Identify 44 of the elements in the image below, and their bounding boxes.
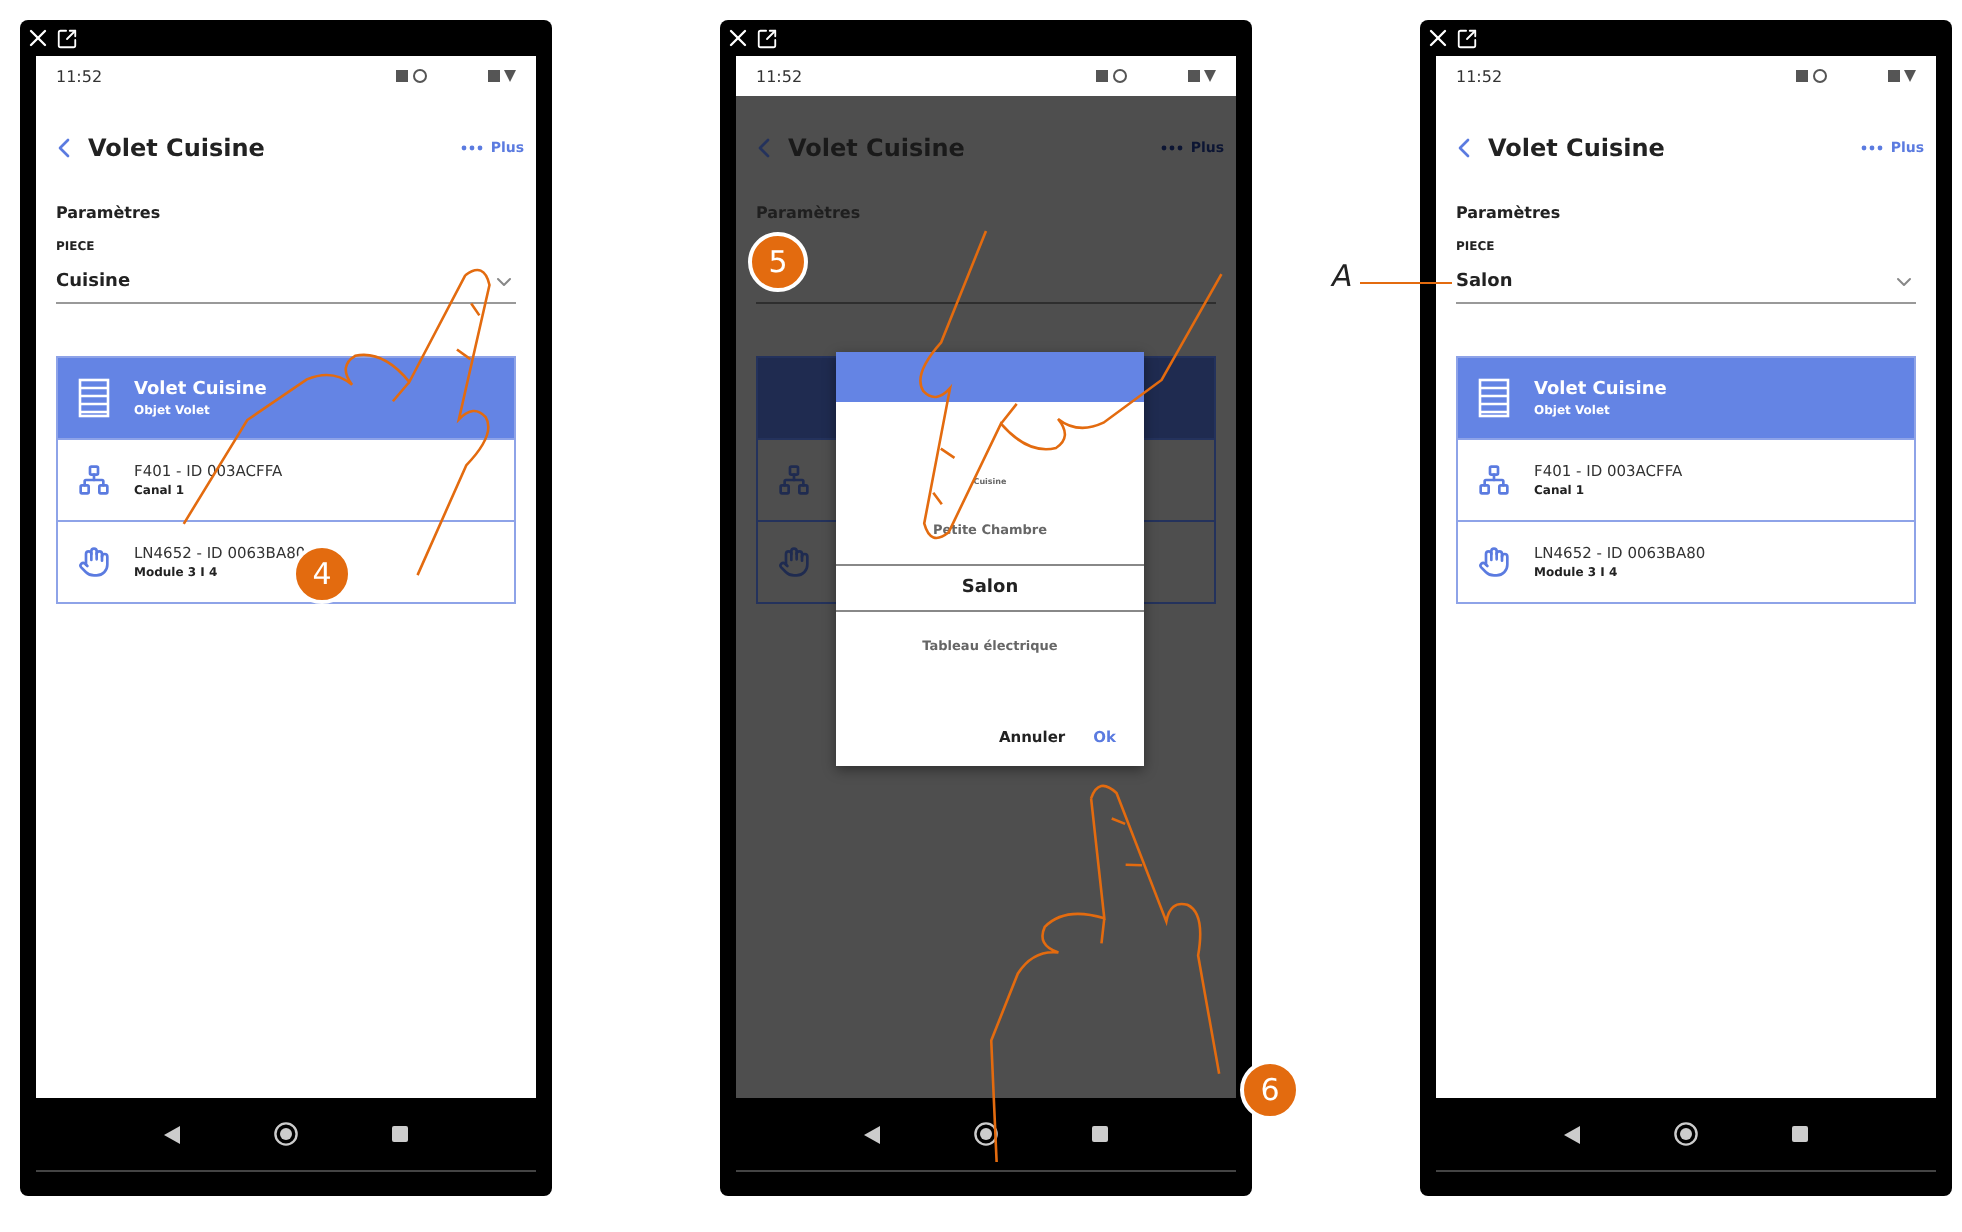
card-title: Volet Cuisine — [134, 379, 267, 399]
home-nav-icon[interactable] — [1673, 1122, 1698, 1146]
picker-option[interactable]: Salon — [836, 564, 1144, 612]
back-nav-icon[interactable] — [1563, 1125, 1580, 1143]
close-icon[interactable] — [24, 24, 52, 52]
recents-nav-icon[interactable] — [392, 1126, 409, 1142]
more-icon — [460, 144, 485, 152]
network-icon — [78, 464, 110, 496]
external-link-icon[interactable] — [1456, 27, 1478, 49]
status-time: 11:52 — [1456, 67, 1503, 85]
callout-label: A — [1332, 258, 1353, 294]
recents-nav-icon[interactable] — [1092, 1126, 1109, 1142]
section-heading: Paramètres — [56, 204, 163, 222]
page-title: Volet Cuisine — [1488, 134, 1667, 162]
status-time: 11:52 — [56, 67, 103, 85]
close-icon[interactable] — [724, 24, 752, 52]
more-icon — [1160, 144, 1185, 152]
card-title: Volet Cuisine — [1534, 379, 1667, 399]
network-icon — [1478, 464, 1510, 496]
room-dropdown[interactable]: Salon — [1456, 262, 1916, 304]
status-icons — [1096, 68, 1216, 84]
back-nav-icon[interactable] — [163, 1125, 180, 1143]
leader-line — [1360, 282, 1452, 284]
hand-icon — [778, 546, 810, 578]
back-nav-icon[interactable] — [863, 1125, 880, 1143]
step-badge: 6 — [1240, 1060, 1300, 1120]
blinds-icon — [1478, 378, 1510, 418]
page-title: Volet Cuisine — [88, 134, 267, 162]
home-nav-icon[interactable] — [273, 1122, 298, 1146]
external-link-icon[interactable] — [56, 27, 78, 49]
close-icon[interactable] — [1424, 24, 1452, 52]
status-icons — [396, 68, 516, 84]
hand-icon — [1478, 546, 1510, 578]
network-icon — [778, 464, 810, 496]
more-icon — [1860, 144, 1885, 152]
room-dropdown[interactable]: Cuisine — [56, 262, 516, 304]
recents-nav-icon[interactable] — [1792, 1126, 1809, 1142]
home-nav-icon[interactable] — [973, 1122, 998, 1146]
blinds-icon — [78, 378, 110, 418]
external-link-icon[interactable] — [756, 27, 778, 49]
status-time: 11:52 — [756, 67, 803, 85]
section-heading: Paramètres — [1456, 204, 1563, 222]
hand-icon — [78, 546, 110, 578]
status-icons — [1796, 68, 1916, 84]
